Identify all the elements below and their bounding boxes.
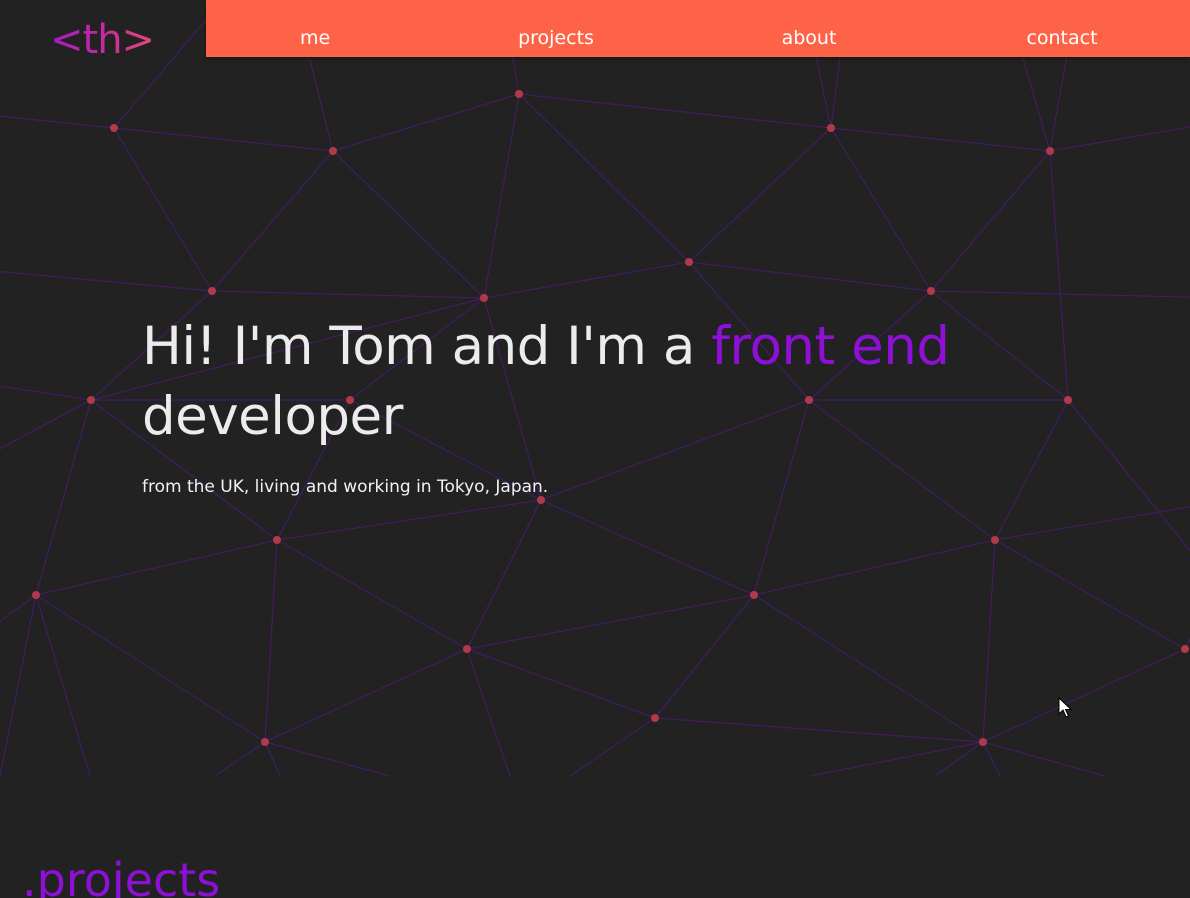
network-edge	[540, 499, 755, 596]
network-edge	[0, 594, 37, 776]
network-node	[208, 287, 216, 295]
network-node	[1181, 645, 1189, 653]
hero-title-accent: front end	[711, 316, 950, 377]
network-node	[480, 294, 488, 302]
network-edge	[982, 741, 1106, 776]
network-edge	[466, 594, 755, 650]
nav-item-about[interactable]: about	[778, 0, 840, 57]
network-edge	[264, 741, 391, 776]
hero-title: Hi! I'm Tom and I'm a front end developer	[142, 312, 1042, 452]
network-node	[991, 536, 999, 544]
network-edge	[753, 594, 984, 743]
network-edge	[113, 127, 213, 292]
network-edge	[35, 399, 92, 596]
network-edge	[518, 93, 832, 129]
network-node	[87, 396, 95, 404]
network-node	[110, 124, 118, 132]
network-edge	[466, 648, 656, 719]
network-node	[261, 738, 269, 746]
network-edge	[35, 594, 266, 743]
hero-title-role: developer	[142, 386, 403, 447]
network-edge	[688, 261, 932, 292]
network-edge	[982, 741, 1001, 776]
network-node	[515, 90, 523, 98]
network-node	[1064, 396, 1072, 404]
nav-item-contact[interactable]: contact	[1022, 0, 1102, 57]
network-node	[1046, 147, 1054, 155]
network-edge	[483, 261, 690, 299]
network-edge	[994, 539, 1186, 650]
network-node	[273, 536, 281, 544]
hero-title-intro: Hi! I'm Tom and I'm a	[142, 316, 695, 377]
mouse-pointer-icon	[1058, 697, 1072, 718]
network-edge	[211, 290, 485, 299]
nav-item-me[interactable]: me	[300, 0, 330, 57]
network-edge	[994, 506, 1190, 541]
network-edge	[1049, 126, 1190, 152]
network-edge	[930, 150, 1051, 292]
top-navigation: me projects about contact	[206, 0, 1190, 57]
network-edge	[654, 717, 984, 743]
network-edge	[276, 539, 468, 650]
network-edge	[264, 741, 281, 776]
network-node	[927, 287, 935, 295]
network-edge	[0, 271, 213, 292]
network-edge	[0, 385, 92, 401]
network-node	[463, 645, 471, 653]
network-edge	[35, 539, 278, 596]
network-edge	[113, 127, 334, 152]
network-edge	[264, 539, 278, 743]
network-edge	[466, 499, 542, 650]
network-edge	[35, 594, 91, 776]
network-edge	[569, 717, 656, 776]
network-edge	[809, 741, 984, 776]
network-node	[827, 124, 835, 132]
network-node	[979, 738, 987, 746]
network-edge	[1184, 638, 1190, 650]
network-edge	[214, 741, 266, 776]
hero-subtitle: from the UK, living and working in Tokyo…	[142, 477, 549, 497]
network-edge	[753, 539, 996, 596]
network-edge	[982, 539, 996, 743]
hero-section: Hi! I'm Tom and I'm a front end developer…	[142, 312, 1042, 497]
network-edge	[1049, 150, 1069, 401]
network-edge	[654, 594, 755, 719]
network-node	[329, 147, 337, 155]
network-edge	[830, 127, 1051, 152]
network-node	[750, 591, 758, 599]
network-edge	[466, 648, 511, 776]
network-node	[685, 258, 693, 266]
site-logo[interactable]: <th>	[50, 14, 155, 66]
network-edge	[211, 150, 334, 292]
network-edge	[830, 127, 932, 292]
network-edge	[332, 150, 485, 299]
network-edge	[982, 648, 1186, 743]
network-edge	[0, 115, 115, 129]
network-edge	[264, 648, 468, 743]
network-edge	[0, 399, 92, 450]
network-node	[32, 591, 40, 599]
projects-section-heading: .projects	[22, 853, 221, 898]
network-edge	[1067, 399, 1190, 552]
page: <th> me projects about contact Hi! I'm T…	[0, 0, 1190, 898]
network-edge	[688, 127, 832, 263]
network-node	[651, 714, 659, 722]
network-edge	[332, 93, 520, 152]
network-edge	[518, 93, 690, 263]
nav-item-projects[interactable]: projects	[514, 0, 598, 57]
network-edge	[276, 499, 542, 541]
network-edge	[483, 93, 520, 299]
